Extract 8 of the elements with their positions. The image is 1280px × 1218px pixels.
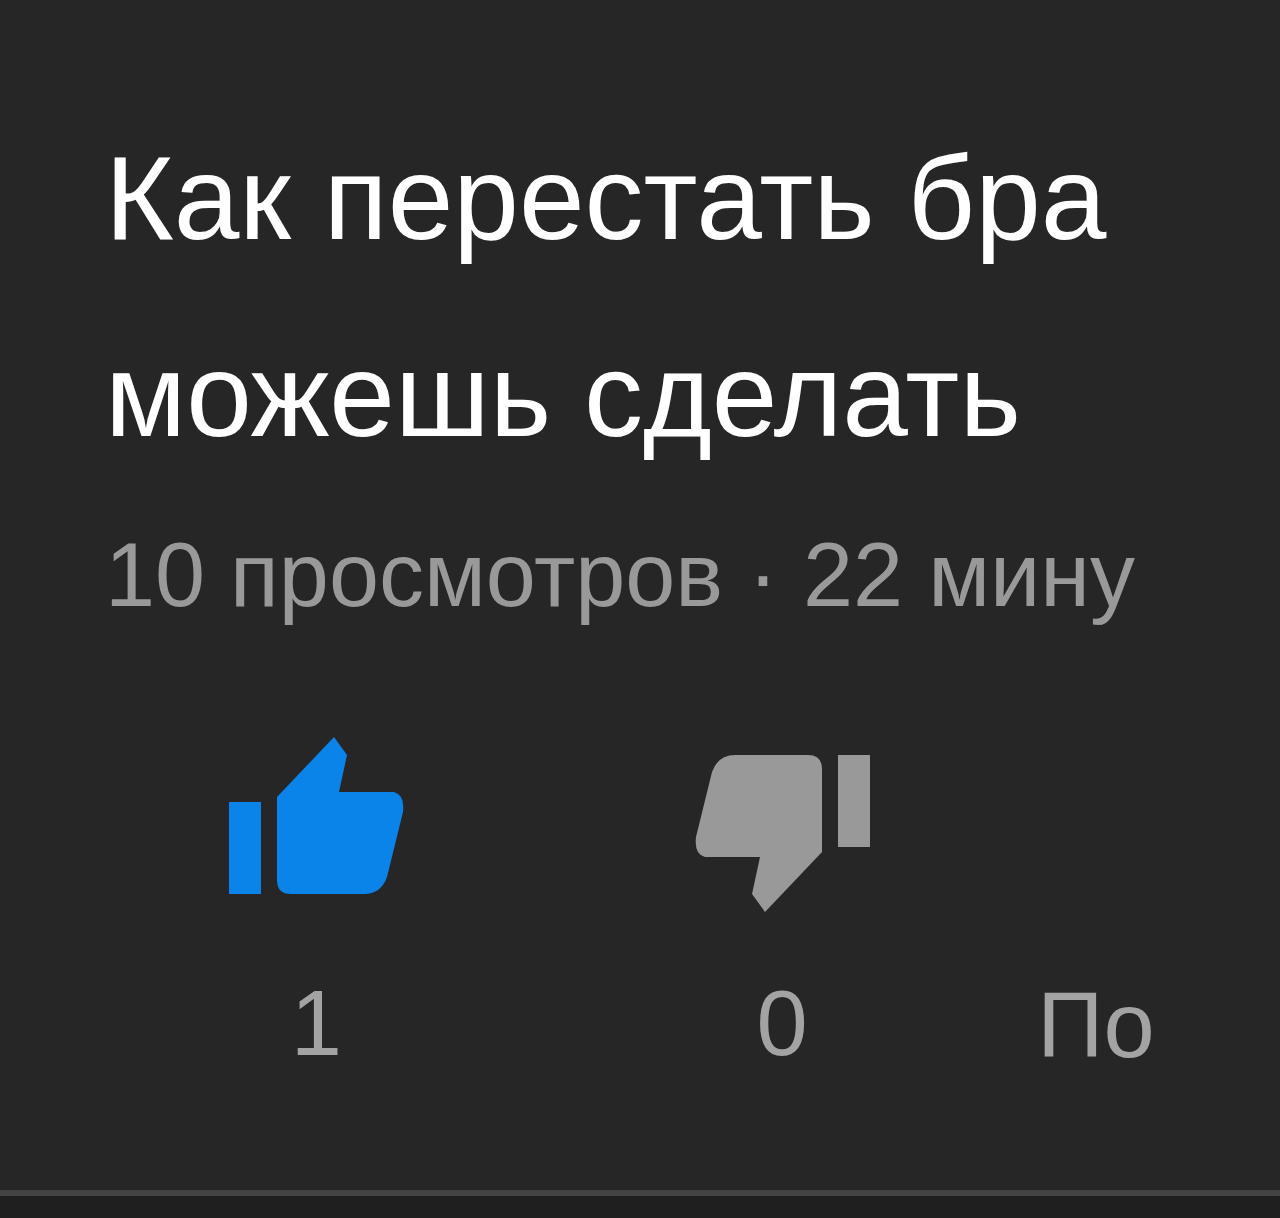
- action-label[interactable]: По: [1037, 979, 1155, 1071]
- thumbs-up-icon[interactable]: [228, 737, 404, 897]
- video-title-line: можешь сделать: [105, 328, 1021, 463]
- dislike-count: 0: [756, 977, 808, 1069]
- thumbs-down-icon[interactable]: [694, 752, 870, 912]
- video-meta: 10 просмотров · 22 мину: [105, 524, 1135, 627]
- like-count: 1: [290, 977, 342, 1069]
- video-title-line: Как перестать бра: [105, 131, 1107, 266]
